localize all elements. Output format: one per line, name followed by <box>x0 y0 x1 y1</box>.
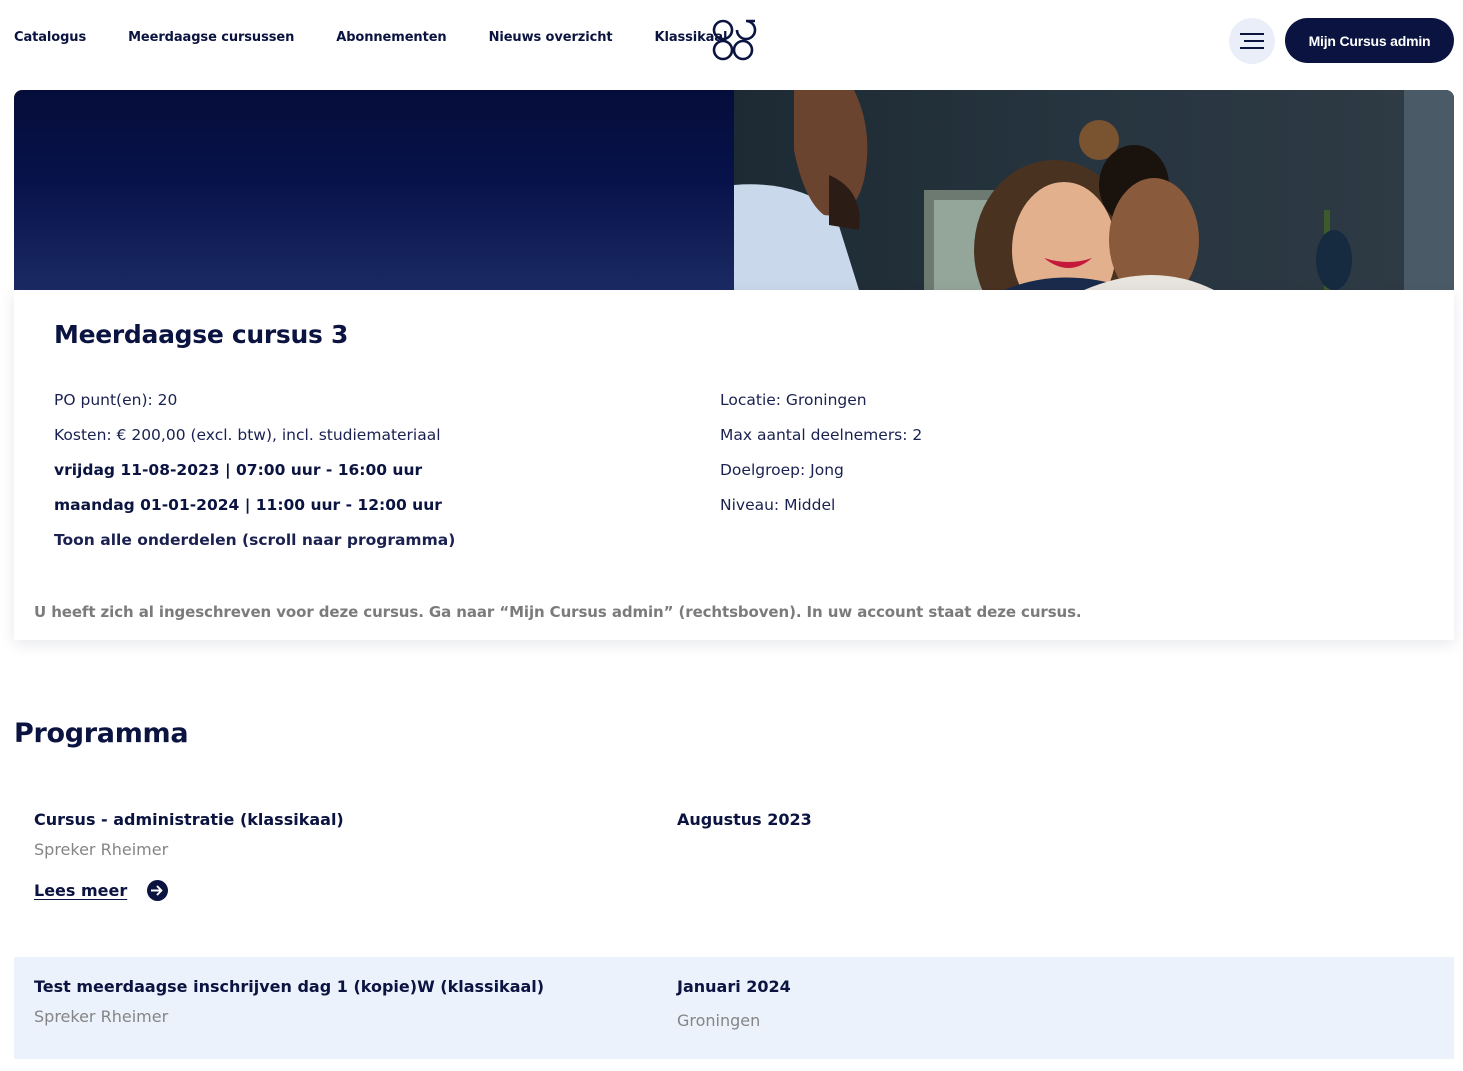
program-item-title: Test meerdaagse inschrijven dag 1 (kopie… <box>34 977 545 996</box>
course-details-left: PO punt(en): 20 Kosten: € 200,00 (excl. … <box>54 390 455 565</box>
hero-gradient-panel <box>14 90 734 290</box>
top-navigation-bar: Catalogus Meerdaagse cursussen Abonnemen… <box>0 0 1463 80</box>
course-date-2: maandag 01-01-2024 | 11:00 uur - 12:00 u… <box>54 496 442 514</box>
main-nav: Catalogus Meerdaagse cursussen Abonnemen… <box>14 30 769 45</box>
arrow-right-circle-icon <box>147 880 169 901</box>
programma-title: Programma <box>14 718 189 749</box>
read-more-label: Lees meer <box>34 881 128 900</box>
nav-item-abonnementen[interactable]: Abonnementen <box>336 30 446 45</box>
max-participants: Max aantal deelnemers: 2 <box>720 426 923 444</box>
brand-logo-icon[interactable] <box>711 18 757 62</box>
course-title: Meerdaagse cursus 3 <box>54 320 349 349</box>
course-costs: Kosten: € 200,00 (excl. btw), incl. stud… <box>54 426 441 444</box>
mijn-cursus-admin-button[interactable]: Mijn Cursus admin <box>1285 18 1454 63</box>
nav-item-catalogus[interactable]: Catalogus <box>14 30 86 45</box>
enrollment-notice: U heeft zich al ingeschreven voor deze c… <box>34 603 1082 621</box>
program-item: Cursus - administratie (klassikaal) Spre… <box>14 790 1454 930</box>
read-more-link[interactable]: Lees meer <box>34 880 169 901</box>
course-details-right: Locatie: Groningen Max aantal deelnemers… <box>720 390 922 530</box>
course-info-card: Meerdaagse cursus 3 PO punt(en): 20 Kost… <box>14 290 1454 640</box>
course-hero-banner <box>14 90 1454 290</box>
target-group: Doelgroep: Jong <box>720 461 844 479</box>
hamburger-menu-icon <box>1240 33 1264 49</box>
course-level: Niveau: Middel <box>720 496 836 514</box>
nav-item-meerdaagse-cursussen[interactable]: Meerdaagse cursussen <box>128 30 294 45</box>
program-item-title: Cursus - administratie (klassikaal) <box>34 810 344 829</box>
nav-item-nieuws-overzicht[interactable]: Nieuws overzicht <box>489 30 613 45</box>
hero-photo <box>734 90 1454 290</box>
program-item-speaker: Spreker Rheimer <box>34 1007 169 1026</box>
program-item-date: Januari 2024 <box>677 977 791 996</box>
program-item-location: Groningen <box>677 1011 761 1030</box>
program-item[interactable]: Test meerdaagse inschrijven dag 1 (kopie… <box>14 957 1454 1059</box>
program-item-speaker: Spreker Rheimer <box>34 840 169 859</box>
show-all-parts-link[interactable]: Toon alle onderdelen (scroll naar progra… <box>54 530 455 565</box>
hamburger-menu-button[interactable] <box>1229 18 1275 64</box>
course-location: Locatie: Groningen <box>720 391 867 409</box>
course-date-1: vrijdag 11-08-2023 | 07:00 uur - 16:00 u… <box>54 461 423 479</box>
program-item-date: Augustus 2023 <box>677 810 812 829</box>
po-points: PO punt(en): 20 <box>54 391 178 409</box>
